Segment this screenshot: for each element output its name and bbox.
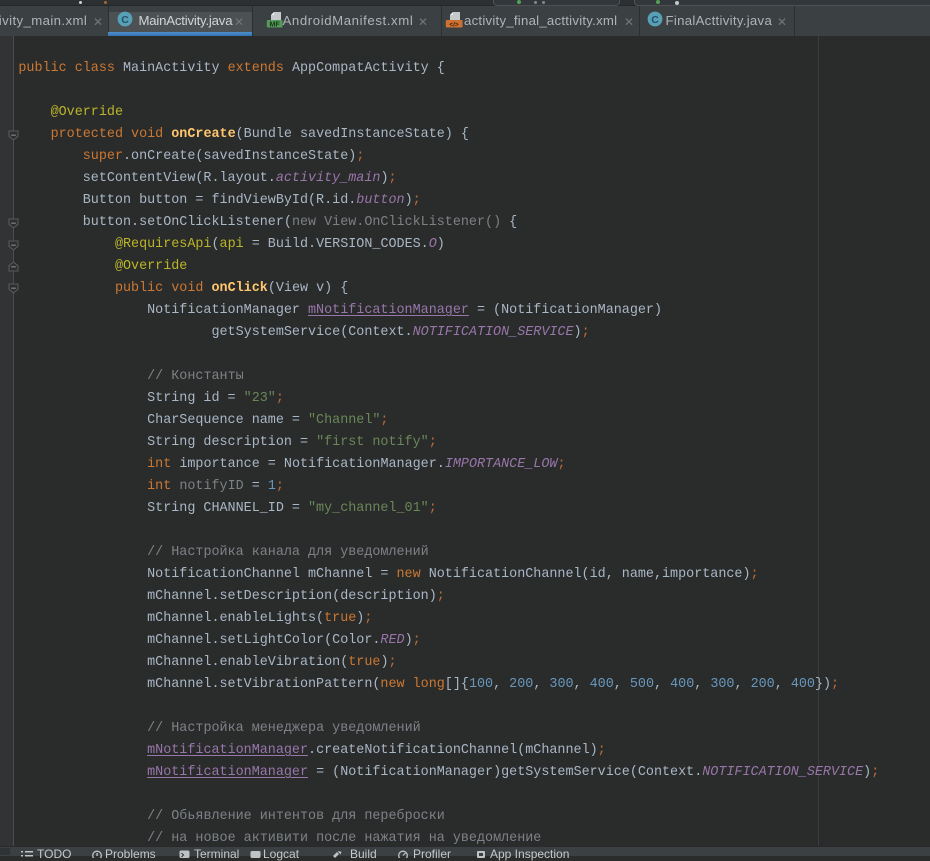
svg-text:C: C (651, 14, 659, 26)
svg-text:C: C (121, 14, 129, 26)
svg-text:</>: </> (449, 21, 459, 28)
svg-text:MF: MF (270, 21, 281, 28)
